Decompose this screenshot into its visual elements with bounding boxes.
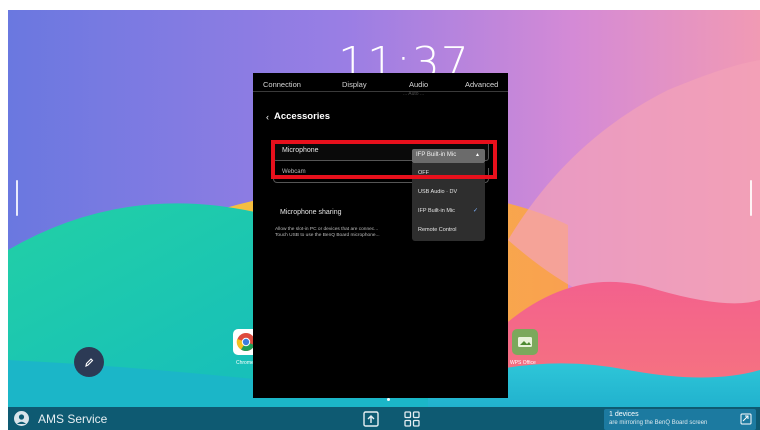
notification-title: 1 devices bbox=[609, 411, 639, 418]
microphone-sharing-label: Microphone sharing bbox=[280, 209, 342, 216]
dropdown-option-ifp-mic[interactable]: IFP Built-in Mic ✓ bbox=[412, 201, 485, 220]
page-indicator bbox=[387, 398, 390, 401]
tab-display[interactable]: Display bbox=[342, 80, 367, 89]
dropdown-option-label: IFP Built-in Mic bbox=[418, 208, 455, 214]
app-label-wps: WPS Office bbox=[510, 360, 536, 366]
app-label-chrome: Chrome bbox=[236, 360, 254, 366]
dropdown-option-label: USB Audio · DV bbox=[418, 189, 458, 195]
tab-advanced[interactable]: Advanced bbox=[465, 80, 498, 89]
dropdown-option-usb-audio[interactable]: USB Audio · DV bbox=[412, 182, 485, 201]
app-wps[interactable] bbox=[512, 329, 538, 355]
user-service-label[interactable]: AMS Service bbox=[38, 412, 107, 426]
microphone-sharing-desc-1: Allow the slot-in PC or devices that are… bbox=[275, 227, 379, 232]
microphone-sharing-desc-2: Touch USB to use the BenQ Board micropho… bbox=[275, 233, 380, 238]
right-edge-handle[interactable] bbox=[750, 180, 752, 216]
folder-image-icon bbox=[518, 337, 532, 347]
checkmark-icon: ✓ bbox=[472, 208, 478, 214]
tab-connection[interactable]: Connection bbox=[263, 80, 301, 89]
notification-text: are mirroring the BenQ Board screen bbox=[609, 420, 708, 426]
pen-button[interactable] bbox=[74, 347, 104, 377]
apps-grid-icon[interactable] bbox=[402, 409, 422, 429]
taskbar: AMS Service 1 devices are mirroring the … bbox=[8, 407, 760, 430]
back-chevron-icon[interactable]: ‹ bbox=[266, 112, 269, 122]
settings-tabs: Connection Display Audio Advanced bbox=[253, 73, 508, 92]
user-avatar[interactable] bbox=[14, 411, 29, 426]
accessories-title: Accessories bbox=[274, 111, 330, 122]
user-icon bbox=[17, 414, 26, 424]
mirroring-notification[interactable]: 1 devices are mirroring the BenQ Board s… bbox=[604, 409, 756, 430]
pen-icon bbox=[85, 358, 94, 367]
dropdown-option-label: Remote Control bbox=[418, 227, 457, 233]
dropdown-option-remote-control[interactable]: Remote Control bbox=[412, 220, 485, 239]
ghost-text: ... Auto ... bbox=[403, 91, 425, 97]
cast-icon bbox=[740, 413, 752, 425]
highlight-box bbox=[271, 140, 497, 179]
screen-share-icon[interactable] bbox=[361, 409, 381, 429]
left-edge-handle[interactable] bbox=[16, 180, 18, 216]
tab-audio[interactable]: Audio bbox=[409, 80, 428, 89]
